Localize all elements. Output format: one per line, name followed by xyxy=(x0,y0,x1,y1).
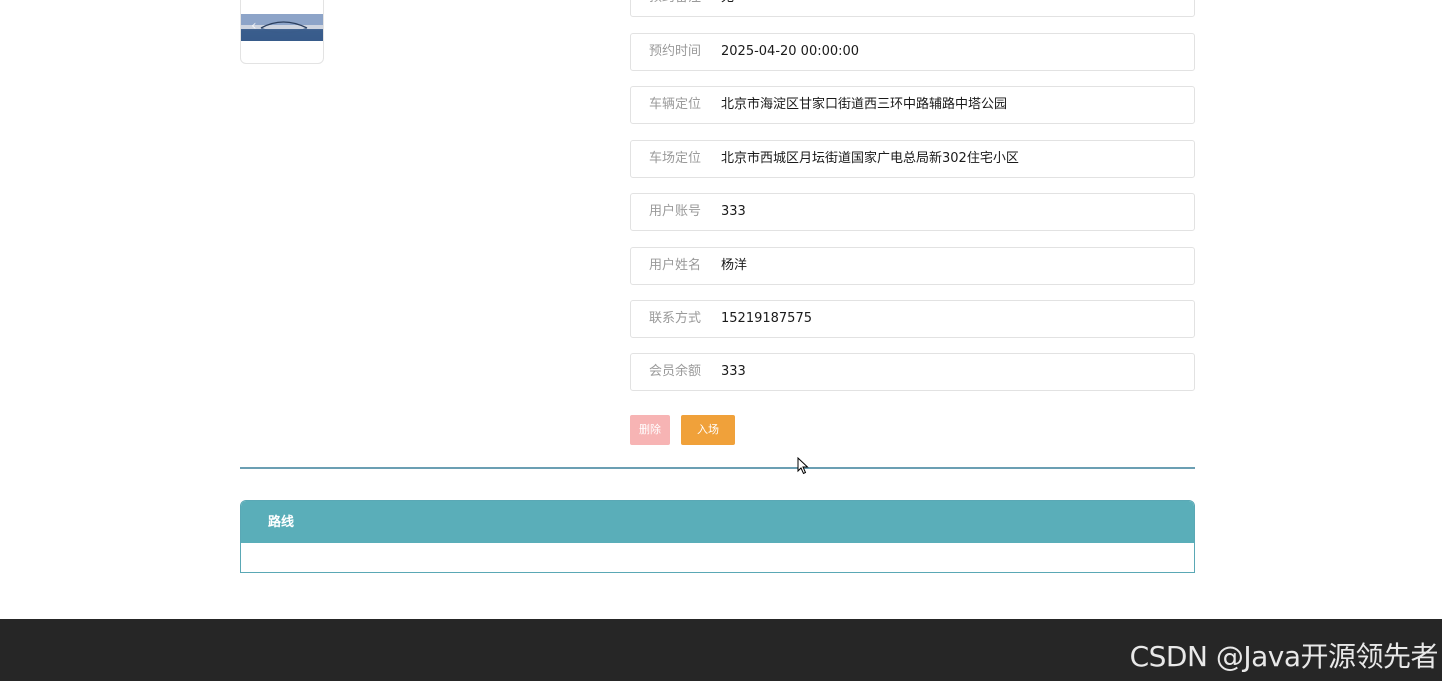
chevron-left-icon[interactable]: ‹ xyxy=(251,16,257,36)
section-divider xyxy=(240,467,1195,469)
field-label: 车场定位 xyxy=(649,151,702,166)
field-value: 杨洋 xyxy=(721,258,748,273)
field-label: 联系方式 xyxy=(649,311,702,326)
field-label: 用户姓名 xyxy=(649,258,702,273)
field-value: 北京市海淀区甘家口街道西三环中路辅路中塔公园 xyxy=(721,97,1008,112)
delete-button[interactable]: 删除 xyxy=(630,415,670,445)
field-value: 333 xyxy=(721,204,746,219)
watermark-text: CSDN @Java开源领先者 xyxy=(1129,640,1439,673)
mouse-cursor-icon xyxy=(797,457,809,475)
field-label: 会员余额 xyxy=(649,364,702,379)
field-row-remark: 预约备注 无 xyxy=(630,0,1195,17)
field-label: 预约时间 xyxy=(649,44,702,59)
page: ‹ 预约备注 无 预约时间 2025-04-20 00:00:00 车辆定位 北… xyxy=(0,0,1442,681)
image-thumbnail-card[interactable]: ‹ xyxy=(240,0,324,64)
page-footer: CSDN @Java开源领先者 xyxy=(0,619,1442,681)
field-value: 333 xyxy=(721,364,746,379)
field-row-vehicle-location: 车辆定位 北京市海淀区甘家口街道西三环中路辅路中塔公园 xyxy=(630,86,1195,124)
field-row-parking-location: 车场定位 北京市西城区月坛街道国家广电总局新302住宅小区 xyxy=(630,140,1195,178)
field-row-member-balance: 会员余额 333 xyxy=(630,353,1195,391)
field-row-user-account: 用户账号 333 xyxy=(630,193,1195,231)
field-row-contact: 联系方式 15219187575 xyxy=(630,300,1195,338)
field-value: 15219187575 xyxy=(721,311,812,326)
enter-button[interactable]: 入场 xyxy=(681,415,735,445)
field-value: 无 xyxy=(721,0,734,16)
route-panel-title: 路线 xyxy=(241,501,1194,543)
field-label: 用户账号 xyxy=(649,204,702,219)
field-value: 2025-04-20 00:00:00 xyxy=(721,44,860,59)
route-panel: 路线 xyxy=(240,500,1195,573)
field-row-reservation-time: 预约时间 2025-04-20 00:00:00 xyxy=(630,33,1195,71)
field-label: 车辆定位 xyxy=(649,97,702,112)
field-label: 预约备注 xyxy=(649,0,701,16)
field-row-user-name: 用户姓名 杨洋 xyxy=(630,247,1195,285)
field-value: 北京市西城区月坛街道国家广电总局新302住宅小区 xyxy=(721,151,1019,166)
